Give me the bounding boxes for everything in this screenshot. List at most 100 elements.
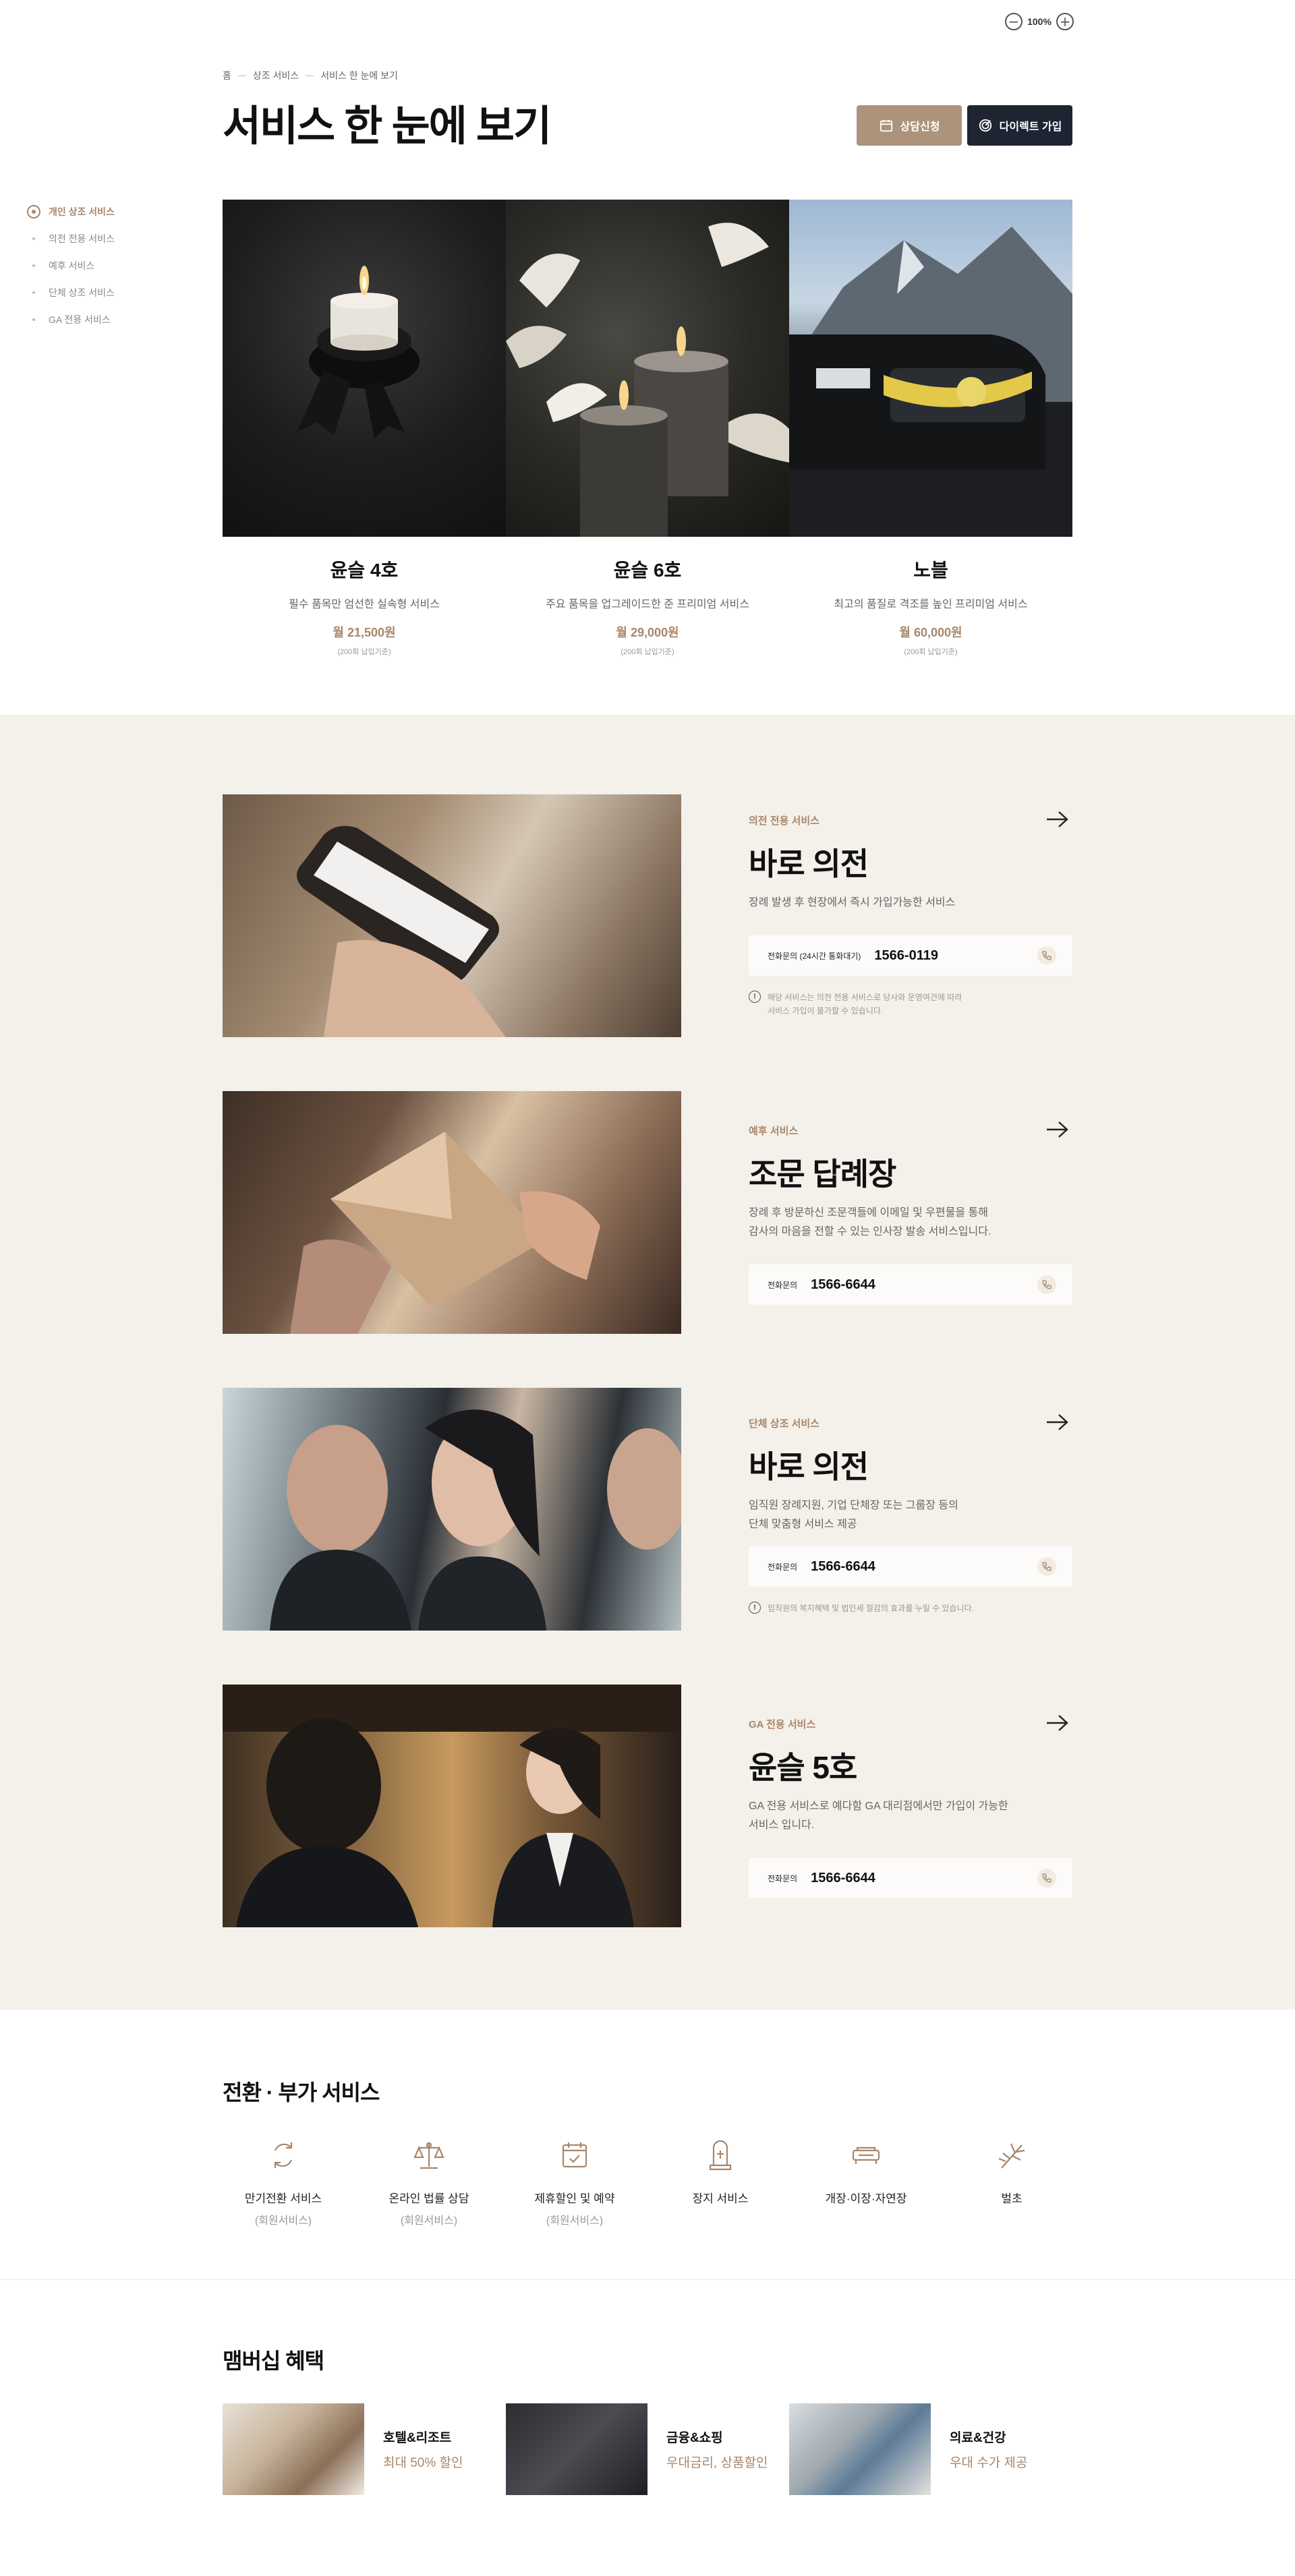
arrow-right-icon[interactable]	[1045, 809, 1070, 829]
cycle-icon	[263, 2135, 304, 2175]
page-title: 서비스 한 눈에 보기	[223, 103, 552, 150]
zoom-level: 100%	[1027, 16, 1052, 27]
breadcrumb-current: 서비스 한 눈에 보기	[320, 70, 398, 81]
service-description-line: 감사의 마음을 전할 수 있는 인사장 발송 서비스입니다.	[749, 1226, 991, 1237]
product-card[interactable]: 노블 최고의 품질로 격조를 높인 프리미엄 서비스 월 60,000원 (20…	[789, 556, 1072, 657]
arrow-right-icon[interactable]	[1045, 1119, 1070, 1140]
addon-name: 벌초	[1001, 2192, 1023, 2205]
membership-name: 금융&쇼핑	[666, 2431, 723, 2445]
sidenav-item-group[interactable]: 단체 상조 서비스	[27, 279, 175, 306]
service-image-phone	[223, 794, 681, 1037]
sidenav-item-aftercare[interactable]: 예후 서비스	[27, 252, 175, 279]
phone-contact[interactable]: 전화문의 1566-6644	[749, 1858, 1072, 1898]
product-price-note: (200회 납입기준)	[337, 648, 391, 656]
phone-number: 1566-6644	[811, 1870, 875, 1885]
arrow-right-icon[interactable]	[1045, 1412, 1070, 1432]
calendar-icon	[880, 119, 892, 132]
breadcrumb: 홈 상조 서비스 서비스 한 눈에 보기	[223, 69, 398, 82]
direct-join-button-label: 다이렉트 가입	[999, 121, 1062, 133]
addon-item[interactable]: 개장·이장·자연장	[805, 2135, 927, 2227]
zoom-in-button[interactable]: +	[1056, 13, 1074, 30]
phone-icon[interactable]	[1037, 1557, 1056, 1576]
service-image-envelope	[223, 1091, 681, 1334]
product-price-note: (200회 납입기준)	[904, 648, 958, 656]
sidenav-item-ga[interactable]: GA 전용 서비스	[27, 306, 175, 333]
direct-join-button[interactable]: 다이렉트 가입	[967, 105, 1072, 146]
sidenav-item-personal[interactable]: 개인 상조 서비스	[27, 198, 175, 225]
bullet-icon	[27, 259, 40, 272]
service-image-consultation	[223, 1685, 681, 1927]
product-description: 최고의 품질로 격조를 높인 프리미엄 서비스	[834, 599, 1028, 610]
service-category: 예후 서비스	[749, 1125, 799, 1137]
phone-contact[interactable]: 전화문의 1566-6644	[749, 1264, 1072, 1305]
sidenav-item-ceremony[interactable]: 의전 전용 서비스	[27, 225, 175, 252]
membership-item[interactable]: 의료&건강 우대 수가 제공	[789, 2403, 1072, 2495]
zoom-out-button[interactable]: −	[1005, 13, 1023, 30]
service-description-line: 장례 후 방문하신 조문객들에 이메일 및 우편물을 통해	[749, 1207, 988, 1219]
bullet-icon	[27, 286, 40, 299]
breadcrumb-service[interactable]: 상조 서비스	[253, 69, 299, 82]
arrow-right-icon[interactable]	[1045, 1713, 1070, 1733]
product-description: 필수 품목만 엄선한 실속형 서비스	[289, 599, 440, 610]
bullet-icon	[27, 313, 40, 326]
service-description: 장례 발생 후 현장에서 즉시 가입가능한 서비스	[749, 894, 1072, 912]
consult-button[interactable]: 상담신청	[857, 105, 962, 146]
phone-label: 전화문의	[768, 1280, 798, 1290]
membership-name: 호텔&리조트	[383, 2431, 452, 2445]
product-price: 월 60,000원	[899, 626, 962, 639]
membership-image-health	[789, 2403, 931, 2495]
info-icon: !	[749, 1602, 761, 1614]
product-gallery	[223, 200, 1072, 537]
active-marker-icon	[27, 205, 40, 218]
memorial-icon	[700, 2135, 741, 2175]
addon-name: 제휴할인 및 예약	[534, 2192, 615, 2205]
tomb-icon	[846, 2135, 886, 2175]
product-price-note: (200회 납입기준)	[621, 648, 674, 656]
service-category: GA 전용 서비스	[749, 1719, 816, 1730]
service-description-line: 임직원 장례지원, 기업 단체장 또는 그룹장 등의	[749, 1500, 958, 1511]
service-block: 예후 서비스 조문 답례장 장례 후 방문하신 조문객들에 이메일 및 우편물을…	[749, 1121, 1072, 1305]
addon-item[interactable]: 온라인 법률 상담 (회원서비스)	[368, 2135, 490, 2227]
service-description-line: GA 전용 서비스로 예다함 GA 대리점에서만 가입이 가능한	[749, 1801, 1008, 1812]
service-category: 의전 전용 서비스	[749, 815, 819, 827]
phone-number: 1566-6644	[811, 1558, 875, 1574]
service-description-line: 단체 맞춤형 서비스 제공	[749, 1519, 857, 1530]
phone-contact[interactable]: 전화문의 (24시간 통화대기) 1566-0119	[749, 935, 1072, 976]
zoom-control: − 100% +	[1005, 12, 1074, 31]
product-image-lily-candles[interactable]	[506, 200, 789, 537]
scale-icon	[409, 2135, 449, 2175]
addon-name: 온라인 법률 상담	[388, 2192, 469, 2205]
phone-icon[interactable]	[1037, 1869, 1056, 1887]
phone-icon[interactable]	[1037, 946, 1056, 965]
membership-item[interactable]: 호텔&리조트 최대 50% 할인	[223, 2403, 506, 2495]
service-note-line: 서비스 가입이 불가할 수 있습니다.	[768, 1006, 884, 1016]
addon-section-title: 전환 · 부가 서비스	[223, 2080, 380, 2105]
addon-item[interactable]: 벌초	[951, 2135, 1072, 2227]
product-card[interactable]: 윤슬 6호 주요 품목을 업그레이드한 준 프리미엄 서비스 월 29,000원…	[506, 556, 789, 657]
service-block: 의전 전용 서비스 바로 의전 장례 발생 후 현장에서 즉시 가입가능한 서비…	[749, 811, 1072, 1018]
sidenav-item-label: 개인 상조 서비스	[49, 206, 115, 217]
service-title: 윤슬 5호	[749, 1750, 857, 1785]
service-note-line: 임직원의 복지혜택 및 법인세 절감의 효과를 누릴 수 있습니다.	[768, 1604, 975, 1613]
phone-contact[interactable]: 전화문의 1566-6644	[749, 1546, 1072, 1587]
membership-name: 의료&건강	[950, 2431, 1006, 2445]
product-image-candle-ribbon[interactable]	[223, 200, 506, 537]
service-note-line: 해당 서비스는 의전 전용 서비스로 당사와 운영여건에 따라	[768, 993, 962, 1002]
sidenav-item-label: GA 전용 서비스	[49, 314, 111, 325]
addon-name: 만기전환 서비스	[244, 2192, 322, 2205]
phone-label: 전화문의	[768, 1873, 798, 1883]
membership-item[interactable]: 금융&쇼핑 우대금리, 상품할인	[506, 2403, 789, 2495]
membership-image-gift	[506, 2403, 648, 2495]
target-icon	[979, 119, 991, 132]
addon-item[interactable]: 만기전환 서비스 (회원서비스)	[223, 2135, 344, 2227]
product-image-hearse[interactable]	[789, 200, 1072, 537]
addon-item[interactable]: 장지 서비스	[660, 2135, 781, 2227]
product-name: 윤슬 6호	[613, 560, 682, 581]
breadcrumb-home[interactable]: 홈	[223, 69, 231, 82]
product-card[interactable]: 윤슬 4호 필수 품목만 엄선한 실속형 서비스 월 21,500원 (200회…	[223, 556, 506, 657]
membership-list: 호텔&리조트 최대 50% 할인 금융&쇼핑 우대금리, 상품할인 의료&건강 …	[223, 2403, 1072, 2495]
addon-item[interactable]: 제휴할인 및 예약 (회원서비스)	[514, 2135, 635, 2227]
phone-icon[interactable]	[1037, 1275, 1056, 1294]
service-description: 임직원 장례지원, 기업 단체장 또는 그룹장 등의 단체 맞춤형 서비스 제공	[749, 1496, 1072, 1534]
addon-subtitle: (회원서비스)	[400, 2215, 458, 2227]
